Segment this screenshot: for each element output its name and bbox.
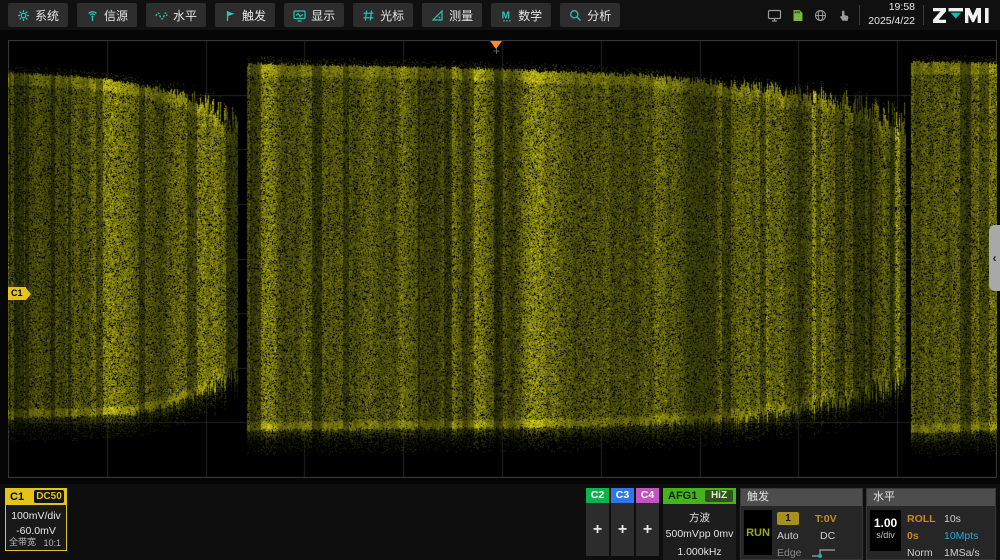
time-window: 10s xyxy=(944,513,961,525)
menu-label: 水平 xyxy=(173,7,197,24)
trigger-panel-title: 触发 xyxy=(741,489,862,506)
menu-label: 光标 xyxy=(380,7,404,24)
channel2-add-button[interactable]: C2 + xyxy=(586,488,609,556)
network-icon xyxy=(813,9,828,22)
horizontal-icon xyxy=(155,9,168,22)
topbar: 系统 信源 水平 触发 显示 光标 xyxy=(0,0,1000,30)
menu-trigger[interactable]: 触发 xyxy=(215,3,275,27)
status-divider xyxy=(859,5,860,25)
channel3-header: C3 xyxy=(611,488,634,503)
plus-icon: + xyxy=(611,503,634,556)
screen-icon xyxy=(767,9,782,22)
menu-label: 系统 xyxy=(35,7,59,24)
channel1-level-marker[interactable]: C1 xyxy=(8,287,31,300)
brand-logo xyxy=(932,5,994,25)
status-divider xyxy=(923,5,924,25)
channel4-header: C4 xyxy=(636,488,659,503)
horizontal-delay[interactable]: 0s xyxy=(907,530,919,542)
channel1-scale: 100mV/div xyxy=(6,510,66,522)
sample-rate: 1MSa/s xyxy=(944,547,980,559)
oscilloscope-screen: 系统 信源 水平 触发 显示 光标 xyxy=(0,0,1000,560)
bottombar: C1 DC50 100mV/div -60.0mV 全带宽 10:1 C2 + … xyxy=(0,484,1000,560)
acquisition-mode[interactable]: ROLL xyxy=(907,513,936,525)
edge-slope-icon[interactable] xyxy=(811,547,837,559)
afg-amplitude: 500mVpp 0mv xyxy=(663,528,736,540)
channel1-probe-ratio: 10:1 xyxy=(43,538,61,548)
display-icon xyxy=(293,9,306,22)
analysis-icon xyxy=(569,9,582,22)
menu-label: 分析 xyxy=(587,7,611,24)
channel1-level-arrow xyxy=(26,288,31,300)
trigger-coupling[interactable]: DC xyxy=(820,530,835,542)
side-panel-handle[interactable]: ‹ xyxy=(989,225,1000,291)
touch-icon xyxy=(836,9,851,22)
trigger-level[interactable]: T:0V xyxy=(815,513,837,525)
timebase-scale-button[interactable]: 1.00 s/div xyxy=(870,510,901,551)
gear-icon xyxy=(17,9,30,22)
main-menu: 系统 信源 水平 触发 显示 光标 xyxy=(8,3,620,27)
menu-measure[interactable]: 测量 xyxy=(422,3,482,27)
channel1-level-label: C1 xyxy=(8,287,26,300)
clock: 19:58 2025/4/22 xyxy=(868,1,915,28)
acquire-type[interactable]: Norm xyxy=(907,547,933,559)
trigger-flag-icon xyxy=(224,9,237,22)
menu-label: 显示 xyxy=(311,7,335,24)
channel4-add-button[interactable]: C4 + xyxy=(636,488,659,556)
plus-icon: + xyxy=(636,503,659,556)
afg-impedance-badge[interactable]: HiZ xyxy=(705,490,733,502)
menu-math[interactable]: M 数学 xyxy=(491,3,551,27)
trigger-type[interactable]: Edge xyxy=(777,547,802,559)
channel1-panel[interactable]: C1 DC50 100mV/div -60.0mV 全带宽 10:1 xyxy=(5,488,67,551)
menu-label: 测量 xyxy=(449,7,473,24)
menu-display[interactable]: 显示 xyxy=(284,3,344,27)
horizontal-panel-title: 水平 xyxy=(867,489,995,506)
center-cross-marker: + xyxy=(493,44,500,58)
menu-cursor[interactable]: 光标 xyxy=(353,3,413,27)
menu-analysis[interactable]: 分析 xyxy=(560,3,620,27)
trigger-source-badge[interactable]: 1 xyxy=(777,512,799,525)
channel1-bandwidth: 全带宽 xyxy=(9,535,36,548)
timebase-unit: s/div xyxy=(870,530,901,540)
channel2-header: C2 xyxy=(586,488,609,503)
menu-label: 信源 xyxy=(104,7,128,24)
menu-source[interactable]: 信源 xyxy=(77,3,137,27)
measure-icon xyxy=(431,9,444,22)
menu-label: 数学 xyxy=(518,7,542,24)
channel3-add-button[interactable]: C3 + xyxy=(611,488,634,556)
sd-card-icon xyxy=(790,9,805,22)
memory-depth: 10Mpts xyxy=(944,530,978,542)
afg-panel[interactable]: AFG1 HiZ 方波 500mVpp 0mv 1.000kHz xyxy=(663,488,736,560)
channel1-coupling-badge[interactable]: DC50 xyxy=(34,490,64,503)
afg-frequency: 1.000kHz xyxy=(663,546,736,558)
plus-icon: + xyxy=(586,503,609,556)
cursor-grid-icon xyxy=(362,9,375,22)
waveform-display: + C1 ‹ xyxy=(0,30,1000,484)
afg-name: AFG1 xyxy=(668,490,697,502)
svg-text:M: M xyxy=(502,10,510,21)
waveform-canvas[interactable] xyxy=(8,40,997,478)
trigger-mode[interactable]: Auto xyxy=(777,530,799,542)
menu-label: 触发 xyxy=(242,7,266,24)
date-text: 2025/4/22 xyxy=(868,15,915,29)
status-area: 19:58 2025/4/22 xyxy=(767,0,994,30)
channel1-header: C1 DC50 xyxy=(6,489,66,505)
time-text: 19:58 xyxy=(868,1,915,15)
source-icon xyxy=(86,9,99,22)
menu-system[interactable]: 系统 xyxy=(8,3,68,27)
chevron-left-icon: ‹ xyxy=(993,251,997,265)
run-stop-button[interactable]: RUN xyxy=(744,510,772,555)
timebase-value: 1.00 xyxy=(870,516,901,530)
afg-waveform-type: 方波 xyxy=(663,510,736,525)
afg-header: AFG1 HiZ xyxy=(663,488,736,504)
math-icon: M xyxy=(500,9,513,22)
channel1-name: C1 xyxy=(10,491,24,503)
trigger-panel[interactable]: 触发 RUN 1 Auto Edge T:0V DC xyxy=(740,488,863,560)
horizontal-panel[interactable]: 水平 1.00 s/div ROLL 0s Norm 10s 10Mpts 1M… xyxy=(866,488,996,560)
menu-horizontal[interactable]: 水平 xyxy=(146,3,206,27)
